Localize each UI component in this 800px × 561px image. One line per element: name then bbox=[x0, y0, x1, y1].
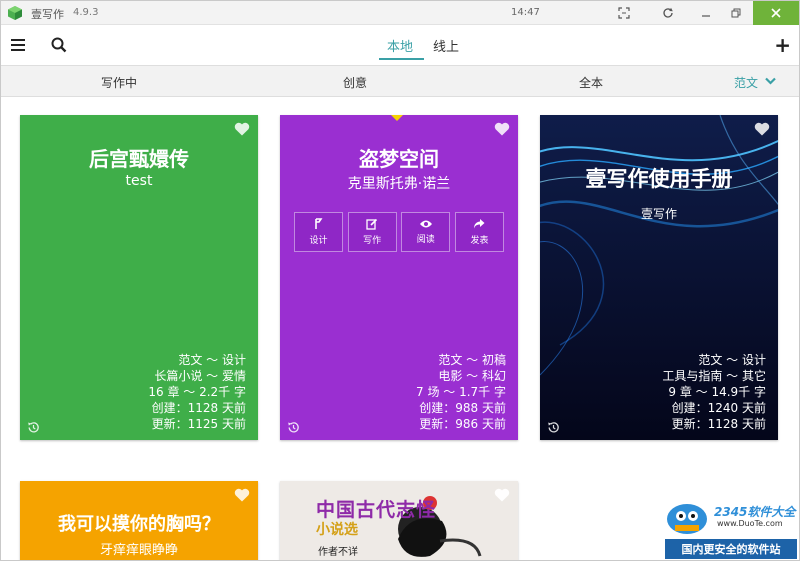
watermark-logo: 2345软件大全 bbox=[714, 505, 796, 519]
refresh-button[interactable] bbox=[653, 1, 683, 25]
meta-line: 7 场 ～ 1.7千 字 bbox=[416, 385, 506, 399]
meta-line: 创建：988 天前 bbox=[419, 401, 506, 415]
design-button[interactable]: 设计 bbox=[294, 212, 343, 252]
app-version: 4.9.3 bbox=[73, 7, 99, 18]
write-button[interactable]: 写作 bbox=[347, 212, 397, 252]
toolbar: 本地 线上 + bbox=[1, 25, 799, 65]
book-actions: 设计 写作 阅读 发表 bbox=[294, 212, 504, 252]
app-title: 壹写作 bbox=[31, 8, 64, 21]
book-card[interactable]: 壹写作使用手册 壹写作 范文 ～ 设计 工具与指南 ～ 其它 9 章 ～ 14.… bbox=[540, 115, 778, 440]
history-icon[interactable] bbox=[27, 421, 40, 434]
book-author: 克里斯托弗·诺兰 bbox=[347, 176, 451, 192]
filter-sample-dropdown[interactable]: 范文 bbox=[734, 74, 758, 91]
meta-line: 长篇小说 ～ 爱情 bbox=[154, 369, 246, 383]
meta-line: 创建：1128 天前 bbox=[151, 401, 246, 415]
filter-idea[interactable]: 创意 bbox=[343, 74, 367, 91]
selected-card-marker bbox=[391, 115, 403, 121]
watermark-slogan: 国内更安全的软件站 bbox=[665, 539, 797, 559]
book-meta: 范文 ～ 初稿 电影 ～ 科幻 7 场 ～ 1.7千 字 创建：988 天前 更… bbox=[416, 352, 506, 432]
book-meta: 范文 ～ 设计 工具与指南 ～ 其它 9 章 ～ 14.9千 字 创建：1240… bbox=[662, 352, 766, 432]
close-button[interactable] bbox=[753, 1, 799, 25]
share-icon bbox=[474, 219, 485, 229]
book-author: 牙痒痒眼睁睁 bbox=[99, 543, 178, 558]
meta-line: 16 章 ～ 2.2千 字 bbox=[148, 385, 246, 399]
meta-line: 创建：1240 天前 bbox=[671, 401, 766, 415]
write-label: 写作 bbox=[363, 236, 382, 246]
book-card-selected[interactable]: 盗梦空间 克里斯托弗·诺兰 设计 写作 阅读 发表 范文 ～ 初稿 电影 ～ 科… bbox=[280, 115, 518, 440]
add-icon[interactable]: + bbox=[774, 35, 791, 55]
mascot-icon bbox=[667, 504, 707, 534]
meta-line: 更新：986 天前 bbox=[419, 417, 506, 431]
meta-line: 范文 ～ 设计 bbox=[178, 353, 246, 367]
meta-line: 更新：1125 天前 bbox=[151, 417, 246, 431]
minimize-icon bbox=[702, 15, 710, 17]
menu-icon[interactable] bbox=[11, 39, 25, 51]
fullscreen-icon bbox=[618, 7, 630, 19]
chevron-down-icon[interactable] bbox=[765, 77, 776, 85]
search-icon[interactable] bbox=[51, 37, 67, 53]
heart-icon[interactable] bbox=[494, 122, 510, 136]
tab-active-indicator bbox=[379, 58, 424, 60]
meta-line: 9 章 ～ 14.9千 字 bbox=[668, 385, 766, 399]
book-title: 后宫甄嬛传 bbox=[89, 147, 189, 171]
meta-line: 工具与指南 ～ 其它 bbox=[662, 369, 766, 383]
filter-complete[interactable]: 全本 bbox=[579, 74, 603, 91]
book-author: test bbox=[125, 173, 153, 189]
title-bar: 壹写作 4.9.3 14:47 bbox=[1, 1, 799, 25]
filter-bar: 写作中 创意 全本 范文 bbox=[1, 65, 799, 97]
watermark: 2345软件大全 www.DuoTe.com 国内更安全的软件站 bbox=[659, 493, 799, 560]
book-subtitle: 小说选 bbox=[316, 522, 358, 538]
publish-label: 发表 bbox=[470, 236, 489, 246]
heart-icon[interactable] bbox=[234, 488, 250, 502]
publish-button[interactable]: 发表 bbox=[454, 212, 504, 252]
read-button[interactable]: 阅读 bbox=[401, 212, 451, 252]
app-window: 壹写作 4.9.3 14:47 本地 线上 + 写作中 创意 全本 范文 后宫甄… bbox=[0, 0, 800, 561]
restore-button[interactable] bbox=[721, 1, 751, 25]
tab-local[interactable]: 本地 bbox=[387, 36, 413, 55]
watermark-url: www.DuoTe.com bbox=[717, 519, 783, 528]
fullscreen-button[interactable] bbox=[609, 1, 639, 25]
close-icon bbox=[771, 8, 781, 18]
meta-line: 范文 ～ 设计 bbox=[698, 353, 766, 367]
book-title: 我可以摸你的胸吗？ bbox=[58, 514, 220, 535]
history-icon[interactable] bbox=[547, 421, 560, 434]
book-title: 中国古代志怪 bbox=[316, 499, 437, 521]
book-title: 盗梦空间 bbox=[359, 147, 439, 171]
design-label: 设计 bbox=[309, 236, 328, 246]
eye-icon bbox=[419, 220, 432, 228]
meta-line: 更新：1128 天前 bbox=[671, 417, 766, 431]
filter-writing[interactable]: 写作中 bbox=[101, 74, 137, 91]
heart-icon[interactable] bbox=[754, 122, 770, 136]
refresh-icon bbox=[663, 7, 673, 18]
restore-icon bbox=[731, 8, 741, 18]
book-author: 作者不详 bbox=[318, 547, 358, 558]
book-author: 壹写作 bbox=[640, 207, 677, 221]
history-icon[interactable] bbox=[287, 421, 300, 434]
meta-line: 电影 ～ 科幻 bbox=[438, 369, 506, 383]
meta-line: 范文 ～ 初稿 bbox=[438, 353, 506, 367]
book-card[interactable]: 我可以摸你的胸吗？ 牙痒痒眼睁睁 bbox=[20, 481, 258, 560]
book-grid: 后宫甄嬛传 test 范文 ～ 设计 长篇小说 ～ 爱情 16 章 ～ 2.2千… bbox=[1, 98, 799, 560]
design-icon bbox=[314, 218, 322, 229]
heart-icon[interactable] bbox=[234, 122, 250, 136]
edit-icon bbox=[366, 218, 378, 230]
book-card[interactable]: 中国古代志怪 小说选 作者不详 bbox=[280, 481, 518, 560]
book-card[interactable]: 后宫甄嬛传 test 范文 ～ 设计 长篇小说 ～ 爱情 16 章 ～ 2.2千… bbox=[20, 115, 258, 440]
app-logo-icon bbox=[8, 6, 22, 20]
read-label: 阅读 bbox=[416, 235, 435, 245]
book-meta: 范文 ～ 设计 长篇小说 ～ 爱情 16 章 ～ 2.2千 字 创建：1128 … bbox=[148, 352, 246, 432]
clock: 14:47 bbox=[511, 7, 540, 18]
heart-icon[interactable] bbox=[494, 488, 510, 502]
minimize-button[interactable] bbox=[691, 1, 721, 25]
book-title: 壹写作使用手册 bbox=[585, 167, 733, 191]
tab-online[interactable]: 线上 bbox=[433, 36, 459, 55]
